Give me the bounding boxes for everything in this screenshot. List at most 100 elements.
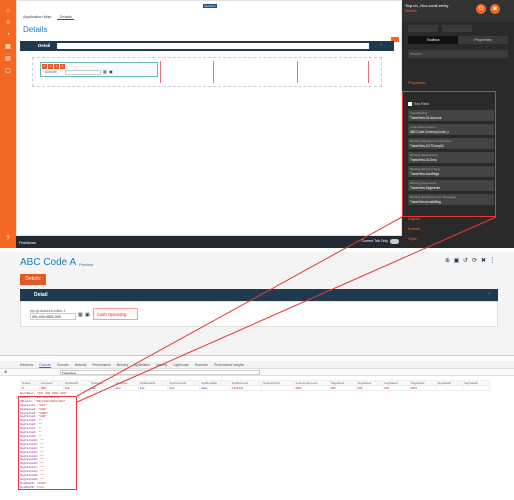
table-cell: 0001 xyxy=(408,385,437,391)
column-divider xyxy=(160,61,161,83)
preview-badge: Preview xyxy=(79,262,94,267)
designer-view: ⌂ ≡ ◔ ▦ ▤ ▢ ? Application Map Details Se… xyxy=(0,0,514,248)
page-title: Details xyxy=(23,25,48,34)
layers-icon[interactable]: ≡ xyxy=(4,20,12,27)
detail-panel-body xyxy=(20,301,498,327)
table-row: 0 ABC true true true true true false CASHOp 0001 0… xyxy=(20,385,490,391)
field-input[interactable] xyxy=(65,70,101,75)
field-label: Account xyxy=(45,70,57,74)
table-cell: true xyxy=(137,385,169,391)
left-nav-rail: ⌂ ≡ ◔ ▦ ▤ ▢ ? xyxy=(0,0,16,248)
table-cell: 0001 xyxy=(293,385,330,391)
devtools-tab[interactable]: Console xyxy=(39,361,51,368)
add-icon[interactable]: ⊕ xyxy=(444,258,451,265)
table-icon[interactable]: ▦ xyxy=(4,44,12,51)
panel-tabs: Toolbox Properties xyxy=(408,36,508,44)
devtools-tab[interactable]: Elements xyxy=(20,361,33,368)
grid-icon[interactable]: ▦ xyxy=(103,69,107,74)
chart-icon[interactable]: ◔ xyxy=(4,32,12,39)
detail-panel-header[interactable]: Detail ‹ xyxy=(20,41,394,51)
filter-input[interactable]: TransView xyxy=(60,370,260,375)
detail-label: Detail xyxy=(38,43,51,48)
current-tab-only-label: Current Tab Only xyxy=(361,239,388,243)
preview-title: ABC Code A xyxy=(20,257,77,268)
home-icon[interactable]: ⌂ xyxy=(4,8,12,15)
highlight-box xyxy=(18,396,77,490)
more-icon[interactable]: ⋮ xyxy=(489,258,496,265)
chevron-left-icon[interactable]: ‹ xyxy=(380,42,382,48)
sections-badge[interactable]: Sections xyxy=(203,4,217,8)
console-table: (index) Company SysRowID SysRevID AcctDesc Sy… xyxy=(20,380,490,391)
table-cell: true xyxy=(62,385,90,391)
section-properties[interactable]: Properties xyxy=(408,80,426,85)
devtools-tab[interactable]: Sources xyxy=(57,361,69,368)
grid-icon[interactable]: ▦ xyxy=(78,312,83,318)
undo-icon[interactable]: ↺ xyxy=(462,258,469,265)
section-events[interactable]: Events xyxy=(408,226,420,231)
table-cell: true xyxy=(167,385,201,391)
help-icon[interactable]: ? xyxy=(4,236,12,243)
table-cell: false xyxy=(199,385,231,391)
detail-title-input[interactable] xyxy=(57,43,369,49)
tab-toolbox[interactable]: Toolbox xyxy=(408,36,458,44)
console-filter-bar: ⊘ TransView xyxy=(0,369,514,376)
table-cell xyxy=(435,385,464,391)
field-button-2[interactable]: 2 xyxy=(48,64,53,69)
status-bar: Problems Current Tab Only xyxy=(16,236,402,248)
table-cell: 0 xyxy=(20,385,40,391)
tab-details[interactable]: Details xyxy=(57,13,74,20)
section-style[interactable]: Style xyxy=(408,236,417,241)
column-divider xyxy=(368,61,369,83)
power-icon[interactable]: ⏻ xyxy=(476,4,486,14)
details-button[interactable]: Details xyxy=(20,274,46,285)
detail-panel-header[interactable]: Detail ‹ xyxy=(20,289,498,301)
table-cell: CASHOp xyxy=(229,385,262,391)
table-cell: true xyxy=(113,385,139,391)
gl-account-input[interactable]: 001-000-0001-000 xyxy=(30,313,76,320)
device-toggle[interactable] xyxy=(408,25,438,32)
column-divider xyxy=(297,61,298,83)
devtools-tab[interactable]: Performance insights xyxy=(214,361,244,368)
devtools-panel xyxy=(0,355,514,500)
devtools-tab[interactable]: Network xyxy=(75,361,87,368)
page-icon[interactable]: ▢ xyxy=(4,68,12,75)
problems-label[interactable]: Problems xyxy=(19,240,36,245)
field-button-4[interactable]: 4 xyxy=(60,64,65,69)
current-tab-toggle[interactable] xyxy=(390,239,399,244)
clear-console-icon[interactable]: ⊘ xyxy=(4,369,7,374)
chevron-left-icon[interactable]: ‹ xyxy=(488,291,490,297)
devtools-tabs: Elements Console Sources Network Performance… xyxy=(0,361,514,369)
devtools-tab[interactable]: Memory xyxy=(117,361,129,368)
refresh-icon[interactable]: ⟳ xyxy=(471,258,478,265)
view-toggle[interactable] xyxy=(442,25,472,32)
copy-icon[interactable]: ▣ xyxy=(109,69,113,74)
delete-icon[interactable]: ✖ xyxy=(480,258,487,265)
detail-label: Detail xyxy=(34,292,48,298)
property-value: "001-000-0001-000" xyxy=(36,392,68,395)
designer-tabs: Application Map Details xyxy=(21,13,74,20)
search-input[interactable]: Search... xyxy=(408,50,508,58)
table-cell: 000 xyxy=(329,385,357,391)
gl-account-field[interactable]: 1 2 3 4 Account ▦ ▣ xyxy=(40,62,158,77)
devtools-tab[interactable]: Application xyxy=(134,361,150,368)
highlight-box xyxy=(402,91,496,217)
table-cell xyxy=(462,385,490,391)
table-cell: 000 xyxy=(355,385,384,391)
document-icon[interactable]: ▤ xyxy=(4,56,12,63)
devtools-tab[interactable]: Lighthouse xyxy=(173,361,189,368)
account-description: Cash Operating xyxy=(93,308,138,320)
field-button-1[interactable]: 1 xyxy=(42,64,47,69)
app-icon[interactable]: ◙ xyxy=(490,4,500,14)
devtools-tab[interactable]: Recorder xyxy=(195,361,208,368)
design-canvas[interactable]: Application Map Details Sections Details xyxy=(16,0,402,236)
devtools-tab[interactable]: Security xyxy=(156,361,168,368)
panel-subtitle: Stefflon xyxy=(405,9,417,13)
save-icon[interactable]: ▣ xyxy=(453,258,460,265)
copy-icon[interactable]: ▣ xyxy=(85,312,90,318)
panel-title: Top ch_Occ-conf-entry xyxy=(405,3,449,8)
devtools-tab[interactable]: Performance xyxy=(92,361,110,368)
tab-properties[interactable]: Properties xyxy=(458,36,508,44)
field-button-3[interactable]: 3 xyxy=(54,64,59,69)
tab-application-map[interactable]: Application Map xyxy=(21,13,53,20)
table-cell: true xyxy=(88,385,115,391)
